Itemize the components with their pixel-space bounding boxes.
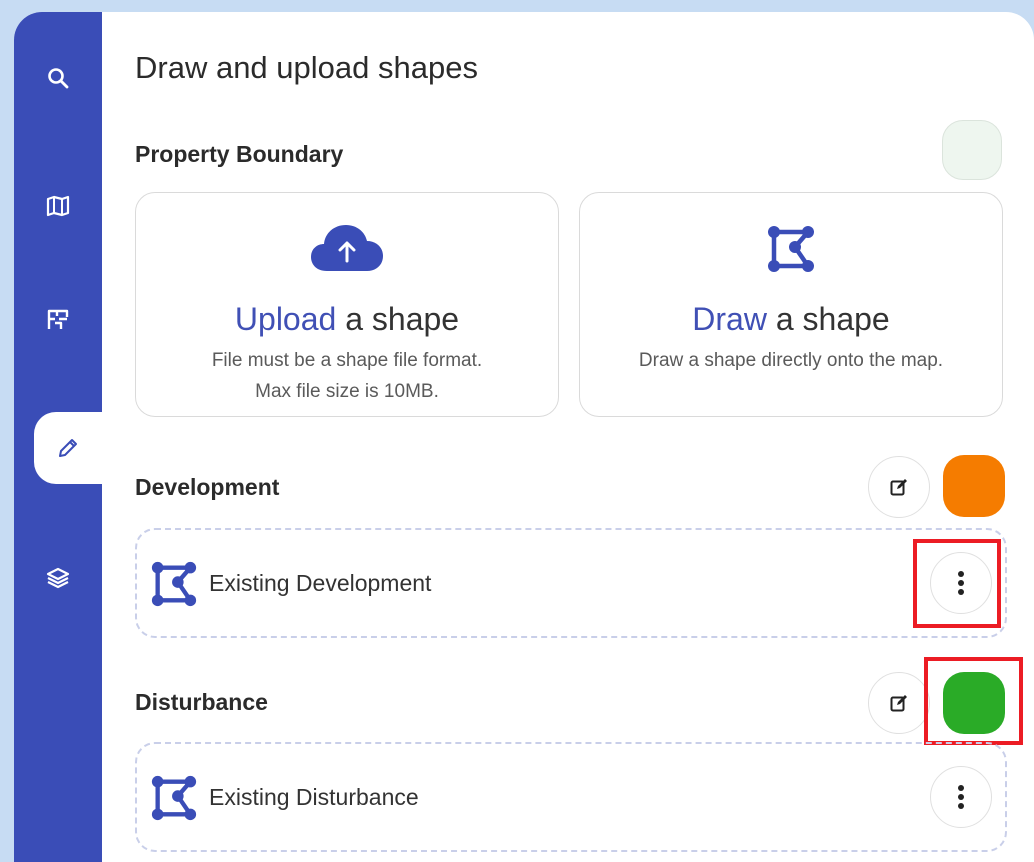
draw-shape-card[interactable]: Draw a shape Draw a shape directly onto … (579, 192, 1003, 417)
draw-link[interactable]: Draw (692, 301, 767, 337)
property-boundary-color-swatch[interactable] (942, 120, 1002, 180)
development-edit-button[interactable] (868, 456, 930, 518)
color-swatch-highlight (924, 657, 1023, 745)
upload-shape-description: File must be a shape file format. Max fi… (211, 350, 483, 402)
development-color-swatch[interactable] (943, 455, 1005, 517)
page-title: Draw and upload shapes (135, 50, 478, 85)
disturbance-title: Disturbance (135, 689, 268, 715)
app-window: Draw and upload shapes Property Boundary… (14, 12, 1034, 862)
layer-label: Existing Disturbance (209, 784, 419, 810)
layers-icon (46, 567, 70, 589)
pencil-icon (59, 439, 77, 457)
draw-shape-description: Draw a shape directly onto the map. (638, 350, 944, 371)
edit-icon (890, 695, 907, 712)
cloud-upload-icon (311, 225, 383, 271)
polygon-draw-icon (768, 226, 814, 272)
disturbance-layer-row[interactable]: Existing Disturbance (135, 742, 1007, 852)
sidebar-item-map[interactable] (14, 170, 102, 242)
sidebar-item-layers[interactable] (14, 542, 102, 614)
upload-shape-card[interactable]: Upload a shape File must be a shape file… (135, 192, 559, 417)
development-title: Development (135, 474, 280, 500)
main-panel: Draw and upload shapes Property Boundary… (102, 12, 1034, 862)
upload-shape-headline: Upload a shape (234, 301, 460, 337)
layer-label: Existing Development (209, 570, 432, 596)
polygon-icon (151, 775, 197, 821)
sidebar-item-floorplan[interactable] (14, 284, 102, 356)
sidebar-item-search[interactable] (14, 42, 102, 114)
sidebar (14, 12, 102, 862)
draw-shape-headline: Draw a shape (692, 301, 890, 337)
polygon-icon (151, 561, 197, 607)
search-icon (48, 68, 69, 89)
sidebar-item-draw[interactable] (34, 412, 102, 484)
property-boundary-title: Property Boundary (135, 141, 344, 167)
map-icon (46, 195, 70, 217)
more-vertical-icon (958, 785, 964, 809)
disturbance-edit-button[interactable] (868, 672, 930, 734)
disturbance-layer-more-button[interactable] (930, 766, 992, 828)
more-button-highlight (913, 539, 1001, 628)
edit-icon (890, 479, 907, 496)
upload-link[interactable]: Upload (235, 301, 336, 337)
development-layer-row[interactable]: Existing Development (135, 528, 1007, 638)
floorplan-icon (47, 309, 69, 329)
